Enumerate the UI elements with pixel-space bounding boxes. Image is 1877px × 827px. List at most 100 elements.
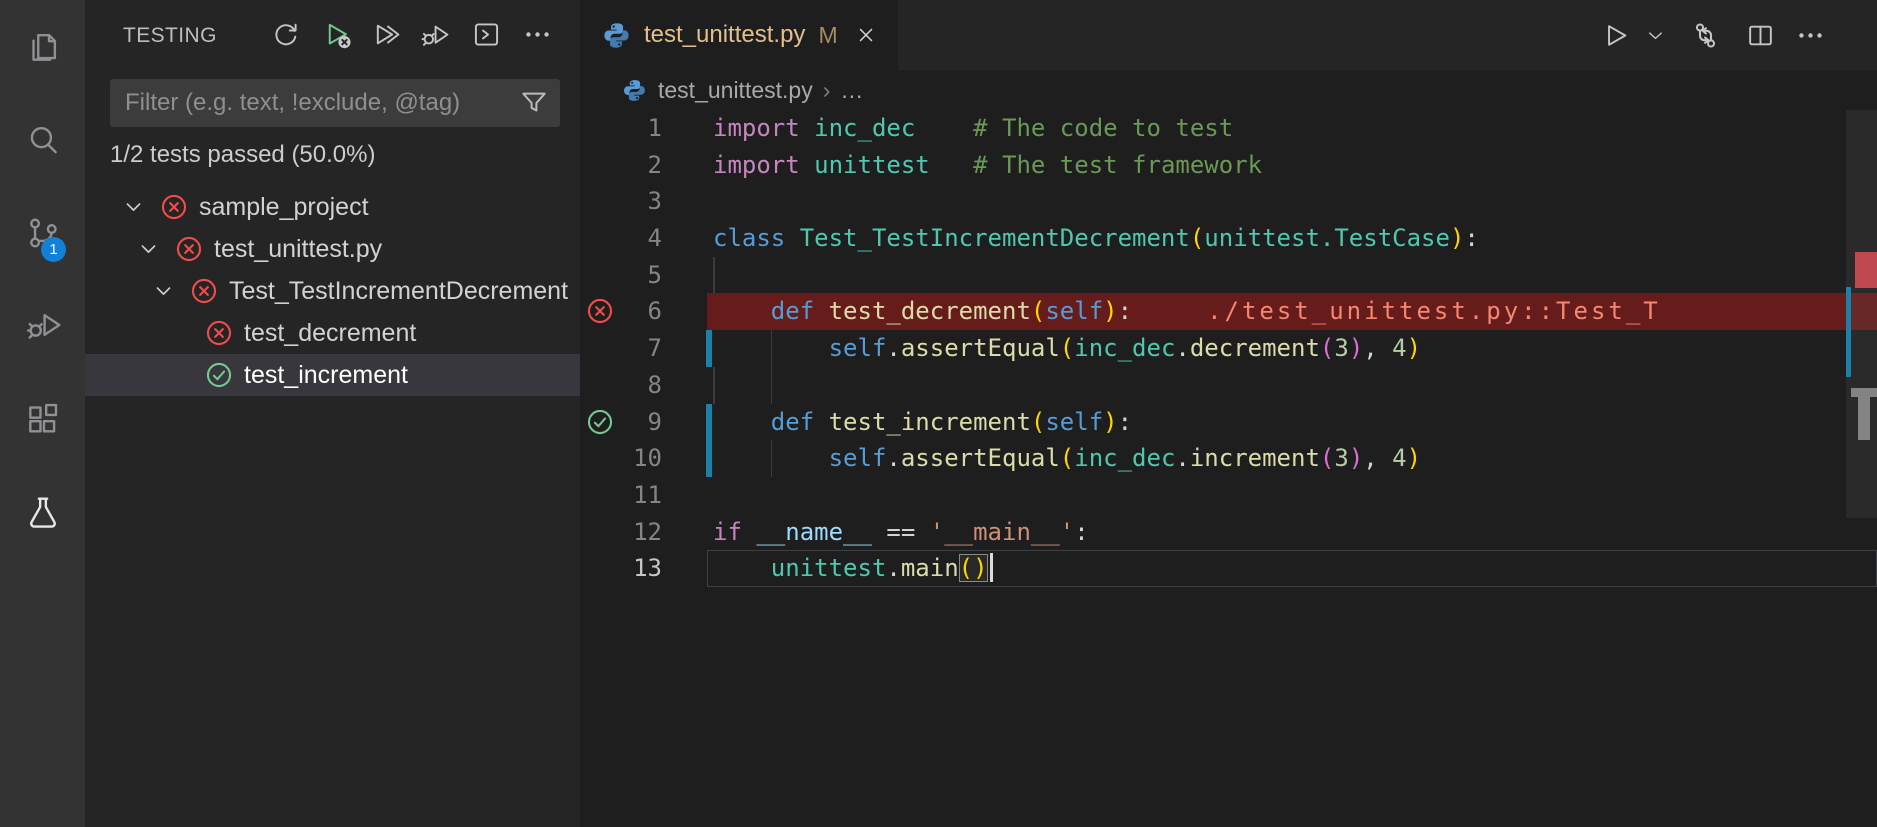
- sidebar-title: TESTING: [123, 24, 217, 47]
- code-lines: 1 import inc_dec # The code to test 2 impor…: [580, 110, 1877, 587]
- code-text: self.assertEqual(inc_dec.increment(3), 4…: [828, 444, 1422, 473]
- code-text: if __name__ == '__main__':: [713, 517, 1089, 546]
- text-cursor: [989, 553, 993, 583]
- minimap-text-blob: [1858, 397, 1870, 440]
- run-file-icon[interactable]: [1597, 17, 1633, 53]
- indent-guide: [770, 366, 773, 404]
- tab-bar: test_unittest.py M: [580, 0, 1877, 70]
- code-text: def test_decrement(self): ./test_unittest…: [770, 297, 1661, 326]
- line-number: 7: [647, 334, 662, 363]
- test-failed-icon: [160, 193, 188, 221]
- line-number: 13: [633, 554, 662, 583]
- line-number: 5: [647, 260, 662, 289]
- split-editor-icon[interactable]: [1742, 17, 1778, 53]
- line-number: 10: [633, 444, 662, 473]
- explorer-icon[interactable]: [0, 4, 85, 90]
- testing-icon[interactable]: [0, 469, 85, 555]
- code-text: unittest.main(): [713, 550, 993, 587]
- debug-tests-icon[interactable]: [416, 16, 452, 52]
- tab-modified-badge: M: [818, 21, 838, 48]
- chevron-down-icon[interactable]: [122, 186, 160, 228]
- minimap-modified-marker: [1846, 287, 1851, 377]
- line-number: 9: [647, 407, 662, 436]
- code-text: class Test_TestIncrementDecrement(unitte…: [713, 224, 1479, 253]
- more-actions-icon[interactable]: [519, 16, 555, 52]
- tree-item-label: sample_project: [199, 192, 369, 221]
- line-number: 8: [647, 370, 662, 399]
- test-tree-item-test_decrement[interactable]: test_decrement: [85, 312, 580, 354]
- code-text: self.assertEqual(inc_dec.decrement(3), 4…: [828, 334, 1422, 363]
- line-number: 11: [633, 480, 662, 509]
- breadcrumb-file[interactable]: test_unittest.py: [658, 77, 813, 104]
- test-error-message: ./test_unittest.py::Test_T: [1207, 297, 1661, 326]
- filter-funnel-icon[interactable]: [518, 87, 550, 119]
- code-text: def test_increment(self):: [770, 407, 1133, 436]
- vscode-window: 1 TESTING Filter (e.g. text, !exclude, @…: [0, 0, 1877, 827]
- search-icon[interactable]: [0, 97, 85, 183]
- python-file-icon: [602, 21, 631, 50]
- code-line-9[interactable]: 9 def test_increment(self):: [580, 403, 1877, 441]
- breadcrumb[interactable]: test_unittest.py › …: [580, 70, 1877, 110]
- open-changes-icon[interactable]: [1687, 17, 1723, 53]
- source-control-badge: 1: [41, 237, 66, 262]
- line-number: 2: [647, 150, 662, 179]
- run-dropdown-chevron-icon[interactable]: [1637, 17, 1673, 53]
- indent-guide: [713, 256, 715, 294]
- code-line-6[interactable]: 6 def test_decrement(self): ./test_unitte…: [580, 293, 1877, 331]
- test-filter-input[interactable]: Filter (e.g. text, !exclude, @tag): [110, 79, 560, 127]
- tests-status-text: 1/2 tests passed (50.0%): [110, 141, 376, 168]
- code-text: import inc_dec # The code to test: [713, 114, 1234, 142]
- code-line-2[interactable]: 2 import unittest # The test framework: [580, 147, 1877, 184]
- line-number: 1: [647, 114, 662, 142]
- source-control-icon[interactable]: [0, 190, 85, 276]
- chevron-down-icon[interactable]: [137, 228, 175, 270]
- show-output-icon[interactable]: [468, 16, 504, 52]
- filter-placeholder: Filter (e.g. text, !exclude, @tag): [125, 89, 461, 116]
- code-line-3[interactable]: 3: [580, 183, 1877, 220]
- rerun-failed-tests-icon[interactable]: [319, 16, 355, 52]
- indent-guide: [713, 366, 715, 404]
- testing-sidebar: TESTING Filter (e.g. text, !exclude, @ta…: [85, 0, 580, 827]
- chevron-down-icon[interactable]: [152, 270, 190, 312]
- line-number: 4: [647, 224, 662, 253]
- more-actions-icon[interactable]: [1792, 17, 1828, 53]
- minimap-text-blob: [1851, 388, 1877, 397]
- breadcrumb-more[interactable]: …: [840, 77, 865, 104]
- code-line-1[interactable]: 1 import inc_dec # The code to test: [580, 110, 1877, 147]
- test-tree-item-test_increment[interactable]: test_increment: [85, 354, 580, 396]
- code-line-7[interactable]: 7 self.assertEqual(inc_dec.decrement(3),…: [580, 330, 1877, 367]
- code-line-8[interactable]: 8: [580, 366, 1877, 404]
- test-failed-icon: [175, 235, 203, 263]
- code-text: import unittest # The test framework: [713, 150, 1263, 179]
- minimap-error-marker: [1855, 252, 1877, 288]
- minimap[interactable]: [1846, 0, 1877, 827]
- test-tree-item-sample_project[interactable]: sample_project: [85, 186, 580, 228]
- tree-item-label: test_decrement: [244, 318, 417, 347]
- modified-gutter-bar: [706, 440, 712, 477]
- code-line-13[interactable]: 13 unittest.main(): [580, 550, 1877, 587]
- line-number: 6: [647, 297, 662, 326]
- tab-test-unittest[interactable]: test_unittest.py M: [580, 0, 898, 70]
- run-and-debug-icon[interactable]: [0, 282, 85, 368]
- code-line-4[interactable]: 4 class Test_TestIncrementDecrement(unitt…: [580, 220, 1877, 257]
- refresh-tests-icon[interactable]: [267, 16, 303, 52]
- tree-item-label: test_increment: [244, 360, 408, 389]
- line-number: 3: [647, 187, 662, 216]
- code-line-12[interactable]: 12 if __name__ == '__main__':: [580, 514, 1877, 551]
- code-line-10[interactable]: 10 self.assertEqual(inc_dec.increment(3)…: [580, 440, 1877, 477]
- run-all-tests-icon[interactable]: [369, 16, 405, 52]
- test-tree-item-test_unittest.py[interactable]: test_unittest.py: [85, 228, 580, 270]
- modified-gutter-bar: [706, 330, 712, 367]
- tree-item-label: Test_TestIncrementDecrement: [229, 276, 569, 305]
- code-line-5[interactable]: 5: [580, 256, 1877, 294]
- line-number: 12: [633, 517, 662, 546]
- activity-bar: 1: [0, 0, 85, 827]
- tree-item-label: test_unittest.py: [214, 234, 383, 263]
- code-line-11[interactable]: 11: [580, 477, 1877, 514]
- extensions-icon[interactable]: [0, 376, 85, 462]
- tab-close-icon[interactable]: [853, 22, 879, 48]
- tab-label: test_unittest.py: [644, 21, 806, 48]
- test-tree-item-Test_TestIncrementDecrement[interactable]: Test_TestIncrementDecrement: [85, 270, 580, 312]
